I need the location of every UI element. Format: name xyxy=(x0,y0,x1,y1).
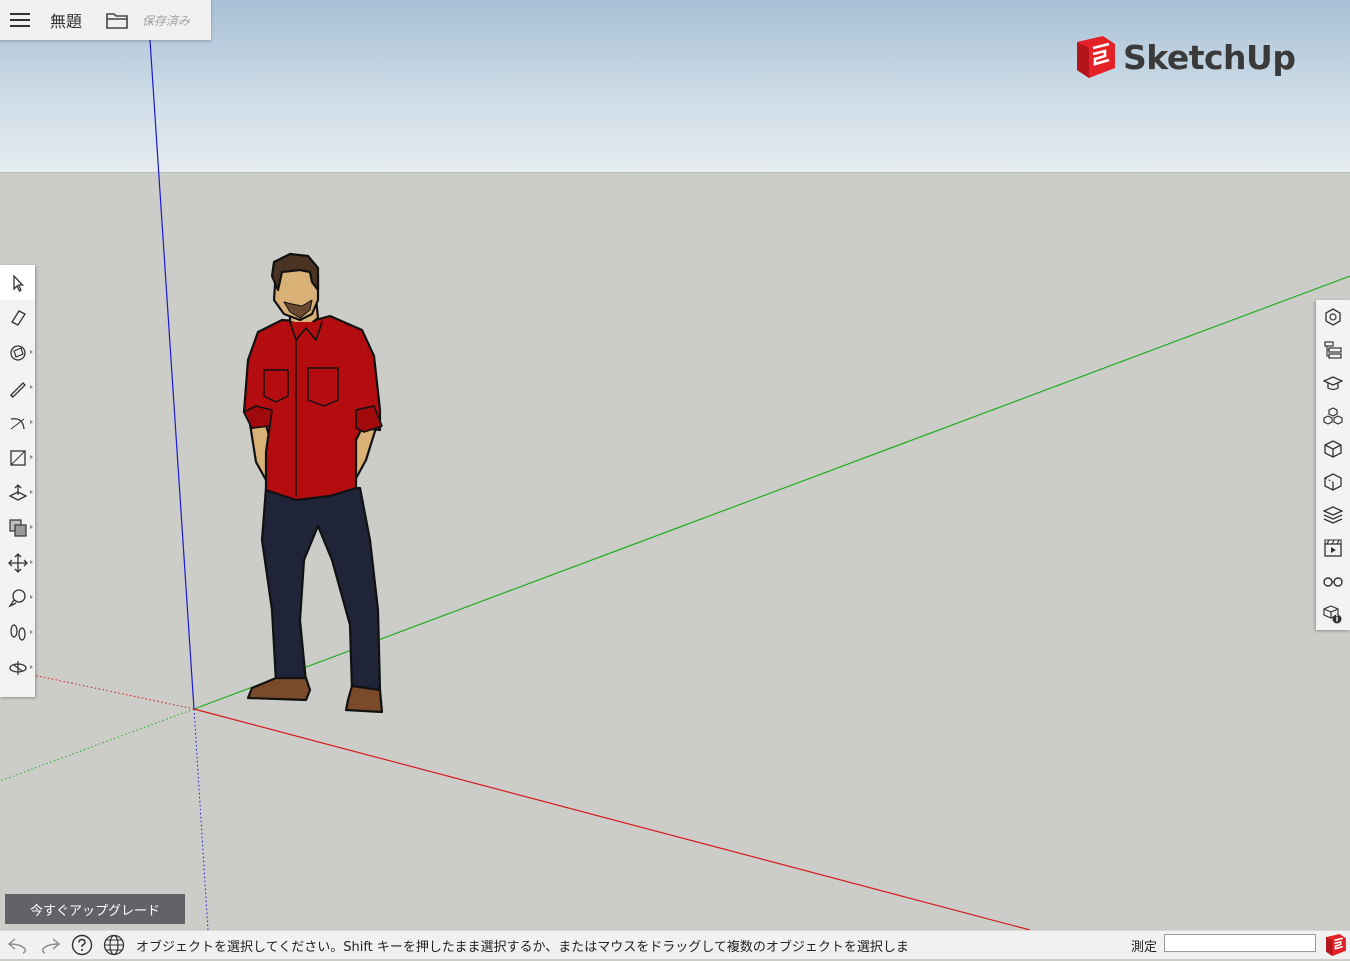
walk-footprints-icon xyxy=(9,623,26,641)
offset-icon xyxy=(8,518,27,537)
paint-bucket-icon xyxy=(9,344,26,361)
solid-inspector-icon xyxy=(1324,472,1342,491)
left-toolbar xyxy=(0,265,35,697)
outliner-icon xyxy=(1324,340,1342,359)
scale-figure-person[interactable] xyxy=(242,252,384,714)
rectangle-icon xyxy=(9,449,26,466)
select-tool-button[interactable] xyxy=(0,265,35,300)
undo-icon xyxy=(7,938,26,954)
folder-icon xyxy=(106,13,128,29)
tool-flyout-caret-icon xyxy=(30,350,33,354)
scene-canvas[interactable] xyxy=(0,0,1350,930)
components-icon xyxy=(1323,406,1343,425)
tape-measure-icon xyxy=(7,588,26,608)
save-status: 保存済み xyxy=(142,13,191,28)
materials-panel-button[interactable] xyxy=(1316,432,1350,465)
logo-text: SketchUp xyxy=(1123,37,1296,77)
line-tool-button[interactable] xyxy=(0,370,35,405)
red-axis xyxy=(193,708,1031,930)
move-tool-button[interactable] xyxy=(0,545,35,580)
sketchup-small-logo-icon xyxy=(1326,934,1346,956)
help-question-icon xyxy=(71,934,93,956)
outliner-panel-button[interactable] xyxy=(1316,333,1350,366)
entity-info-icon xyxy=(1325,307,1341,326)
entity-info-panel-button[interactable] xyxy=(1316,300,1350,333)
select-arrow-icon xyxy=(12,273,24,292)
modeling-viewport[interactable] xyxy=(0,0,1350,931)
orbit-icon xyxy=(8,660,27,675)
model-info-panel-button[interactable] xyxy=(1316,597,1350,630)
orbit-tool-button[interactable] xyxy=(0,650,35,685)
components-panel-button[interactable] xyxy=(1316,399,1350,432)
blue-axis-negative xyxy=(193,708,209,930)
measurements-input[interactable] xyxy=(1164,934,1316,952)
layers-panel-button[interactable] xyxy=(1316,498,1350,531)
materials-icon xyxy=(1324,439,1342,458)
document-title[interactable]: 無題 xyxy=(50,8,102,32)
arc-tool-button[interactable] xyxy=(0,405,35,440)
sketchup-logo: SketchUp xyxy=(1075,34,1296,80)
solid-inspector-panel-button[interactable] xyxy=(1316,465,1350,498)
hamburger-menu-button[interactable] xyxy=(0,0,40,40)
help-button[interactable] xyxy=(68,931,96,959)
offset-tool-button[interactable] xyxy=(0,510,35,545)
measurements-label: 測定 xyxy=(1131,940,1158,955)
green-axis-negative xyxy=(0,708,195,782)
paint-bucket-tool-button[interactable] xyxy=(0,335,35,370)
rectangle-tool-button[interactable] xyxy=(0,440,35,475)
tool-flyout-caret-icon xyxy=(30,525,33,529)
undo-button[interactable] xyxy=(4,931,32,959)
instructor-icon xyxy=(1323,375,1343,390)
tool-flyout-caret-icon xyxy=(30,630,33,634)
display-style-icon xyxy=(1323,576,1343,587)
tape-measure-tool-button[interactable] xyxy=(0,580,35,615)
hamburger-menu-icon xyxy=(10,13,30,27)
globe-icon xyxy=(103,934,125,956)
arc-icon xyxy=(10,417,25,429)
push-pull-tool-button[interactable] xyxy=(0,475,35,510)
upgrade-now-button[interactable]: 今すぐアップグレード xyxy=(5,894,185,924)
scenes-panel-button[interactable] xyxy=(1316,531,1350,564)
move-icon xyxy=(7,552,28,573)
instructor-panel-button[interactable] xyxy=(1316,366,1350,399)
walk-tool-button[interactable] xyxy=(0,615,35,650)
title-bar: 無題 保存済み xyxy=(0,0,211,40)
model-axes xyxy=(0,39,1350,930)
status-message: オブジェクトを選択してください。Shift キーを押したまま選択するか、またはマ… xyxy=(136,939,909,955)
tool-flyout-caret-icon xyxy=(30,665,33,669)
blue-axis xyxy=(149,39,195,710)
status-bar: オブジェクトを選択してください。Shift キーを押したまま選択するか、またはマ… xyxy=(0,930,1350,959)
redo-button[interactable] xyxy=(36,931,64,959)
tool-flyout-caret-icon xyxy=(30,560,33,564)
display-style-panel-button[interactable] xyxy=(1316,564,1350,597)
language-button[interactable] xyxy=(100,931,128,959)
pencil-line-icon xyxy=(9,381,26,398)
tool-flyout-caret-icon xyxy=(30,420,33,424)
push-pull-icon xyxy=(8,483,27,501)
scenes-icon xyxy=(1324,538,1342,557)
sketchup-status-logo-button[interactable] xyxy=(1325,933,1347,961)
open-file-button[interactable] xyxy=(102,0,132,40)
tool-flyout-caret-icon xyxy=(30,595,33,599)
sketchup-logo-icon xyxy=(1077,36,1115,78)
redo-icon xyxy=(42,938,61,954)
tool-flyout-caret-icon xyxy=(30,455,33,459)
eraser-tool-button[interactable] xyxy=(0,300,35,335)
layers-icon xyxy=(1323,505,1343,524)
right-panel-toolbar xyxy=(1316,300,1350,630)
eraser-icon xyxy=(10,309,26,326)
tool-flyout-caret-icon xyxy=(30,385,33,389)
tool-flyout-caret-icon xyxy=(30,490,33,494)
model-info-icon xyxy=(1323,604,1342,623)
